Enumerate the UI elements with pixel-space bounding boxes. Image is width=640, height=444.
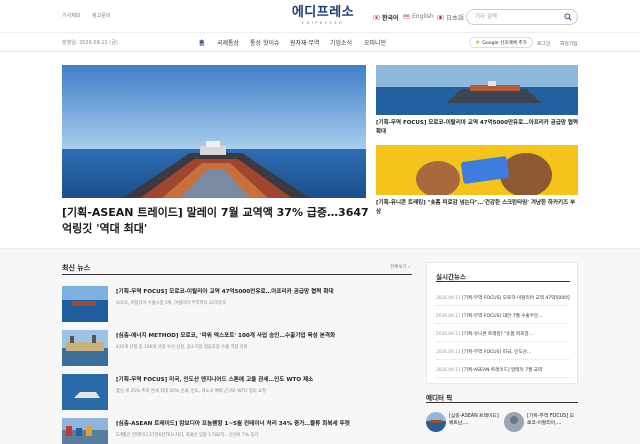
news-item[interactable]: [기획-무역 FOCUS] 모로코-이탈리아 교역 47억5000만유로…아프리… [62, 286, 412, 326]
us-flag-icon [403, 14, 410, 19]
news-summary: 5개월간 컨테이너 27만6천TEU 처리, 화물선 입항 1,582척…전년비… [116, 433, 259, 438]
realtime-date: 2026.09.11 [436, 332, 461, 337]
language-japanese[interactable]: 日本語 [437, 13, 464, 22]
news-item[interactable]: [심층-ASEAN 트레이드] 캄보디아 프놈펜항 1~5월 컨테이너 처리 3… [62, 418, 412, 444]
login-link[interactable]: 로그인 [537, 40, 550, 47]
realtime-news-panel: 실시간뉴스 2026.09.11 [기획-무역 FOCUS] 모로코-이탈리아 … [426, 262, 578, 384]
realtime-item[interactable]: 2026.09.11 [기획-유니콘 트래킹] "숏폼 피로감… [436, 328, 570, 342]
nav-home[interactable]: 홈 [199, 38, 205, 47]
korea-flag-icon [373, 15, 380, 20]
realtime-date: 2026.09.11 [436, 350, 461, 355]
google-button-label: Google 선호매체 추가 [482, 40, 527, 46]
view-all-link[interactable]: 전체보기 › [390, 264, 410, 270]
side-article-2-title: [기획-유니콘 트래킹] "숏폼 피로감 넘는다"…'건강한 스크린타임' 겨냥… [376, 200, 576, 215]
realtime-title: [기획-무역 FOCUS] 모로코-이탈리아 교역 47억5000만유로 [462, 296, 570, 301]
nav-opinion[interactable]: 오피니언 [364, 38, 386, 47]
side-article-2[interactable]: [기획-유니콘 트래킹] "숏폼 피로감 넘는다"…'건강한 스크린타임' 겨냥… [376, 145, 578, 216]
news-thumbnail [62, 286, 108, 322]
logo-text: 에디프레소 [291, 5, 355, 20]
language-korean[interactable]: 한국어 [373, 13, 399, 22]
nav-international-trade[interactable]: 국제통상 [217, 38, 239, 47]
latest-news-heading: 최신 뉴스 [62, 264, 91, 272]
ad-inquiry-link[interactable]: 광고문의 [92, 12, 110, 19]
side-article-2-image [376, 145, 578, 195]
news-title: [기획-무역 FOCUS] 미국, 인도산 엔지니어드 스톤에 고율 관세…인도… [116, 377, 314, 383]
realtime-title: [기획-무역 FOCUS] 대만 7월 수출주문… [462, 314, 543, 319]
language-label: 한국어 [382, 15, 399, 22]
editors-pick-item[interactable]: [기획-무역 FOCUS] 모로코-이탈리아,… [504, 410, 576, 440]
news-item[interactable]: [기획-무역 FOCUS] 미국, 인도산 엔지니어드 스톤에 고율 관세…인도… [62, 374, 412, 414]
pick-divider [426, 402, 578, 403]
pick-title: [기획-무역 FOCUS] 모로코-이탈리아,… [527, 414, 575, 426]
realtime-date: 2026.09.11 [436, 296, 461, 301]
news-thumbnail [62, 374, 108, 410]
news-thumbnail [62, 330, 108, 366]
news-item[interactable]: [심층-에너지 METHOD] 모로코, '파워 엑스포트' 100개 사업 승… [62, 330, 412, 370]
featured-headline[interactable]: [기획-ASEAN 트레이드] 말레이 7월 교역액 37% 급증…3647억링… [62, 205, 370, 237]
section-divider [62, 274, 412, 275]
realtime-title: [기획-ASEAN 트레이드] 말레이 7월 교역 [462, 368, 543, 373]
news-title: [심층-ASEAN 트레이드] 캄보디아 프놈펜항 1~5월 컨테이너 처리 3… [116, 421, 350, 427]
news-summary: 435개 신청 중 100개 사업 우선 선정, 중소기업 협동조합 수출 역량… [116, 345, 248, 350]
realtime-date: 2026.09.11 [436, 368, 461, 373]
star-icon: ★ [475, 38, 481, 46]
language-label: 日本語 [446, 15, 465, 22]
report-tip-link[interactable]: 기사제보 [62, 12, 80, 19]
editors-pick-heading: 에디터 픽 [426, 394, 453, 402]
realtime-date: 2026.09.11 [436, 314, 461, 319]
nav-trade-hot-issue[interactable]: 통상 핫이슈 [250, 38, 280, 47]
side-article-1-image [376, 65, 578, 115]
realtime-news-heading: 실시간뉴스 [436, 273, 466, 281]
side-article-1-title: [기획-무역 FOCUS] 모로코-이탈리아 교역 47억5000만유로…아프리… [376, 120, 579, 135]
realtime-item[interactable]: 2026.09.11 [기획-무역 FOCUS] 모로코-이탈리아 교역 47억… [436, 292, 570, 306]
pick-thumbnail [504, 412, 524, 432]
nav-company-news[interactable]: 기업소식 [330, 38, 352, 47]
google-preferred-source-button[interactable]: ★ Google 선호매체 추가 [469, 37, 533, 48]
japan-flag-icon [437, 15, 444, 20]
side-article-1[interactable]: [기획-무역 FOCUS] 모로코-이탈리아 교역 47억5000만유로…아프리… [376, 65, 578, 136]
signup-link[interactable]: 회원가입 [560, 40, 578, 47]
publish-date: 발행일: 2026.09.11 (금) [62, 40, 118, 46]
pick-thumbnail [426, 412, 446, 432]
news-title: [기획-무역 FOCUS] 모로코-이탈리아 교역 47억5000만유로…아프리… [116, 289, 334, 295]
panel-divider [436, 281, 570, 282]
search-box [466, 9, 578, 25]
top-bar: 기사제보 광고문의 에디프레소 EDIPRESSO 한국어 English 日本… [0, 0, 640, 32]
news-thumbnail [62, 418, 108, 444]
realtime-item[interactable]: 2026.09.11 [기획-ASEAN 트레이드] 말레이 7월 교역 [436, 364, 570, 378]
pick-title: [심층-ASEAN 트레이드] 베트남,… [449, 414, 499, 426]
editors-pick-item[interactable]: [심층-ASEAN 트레이드] 베트남,… [426, 410, 499, 440]
news-summary: 활당 세 25%·추과 관세 최대 50% 관세, 인도, 개도국 예외 근거로… [116, 389, 267, 394]
realtime-item[interactable]: 2026.09.11 [기획-무역 FOCUS] 미국, 인도산… [436, 346, 570, 360]
realtime-title: [기획-무역 FOCUS] 미국, 인도산… [462, 350, 532, 355]
search-icon[interactable] [564, 13, 572, 21]
site-logo[interactable]: 에디프레소 EDIPRESSO [288, 5, 358, 26]
realtime-title: [기획-유니콘 트래킹] "숏폼 피로감… [462, 332, 534, 337]
featured-image[interactable] [62, 65, 366, 198]
news-summary: 모로코, 이탈리아 수출시장 5위, 이탈리아 무역흑자 12억유로 [116, 301, 227, 306]
news-title: [심층-에너지 METHOD] 모로코, '파워 엑스포트' 100개 사업 승… [116, 333, 336, 339]
main-nav: 발행일: 2026.09.11 (금) 홈 국제통상 통상 핫이슈 원자재·무역… [0, 32, 640, 52]
search-input[interactable] [475, 12, 555, 22]
realtime-item[interactable]: 2026.09.11 [기획-무역 FOCUS] 대만 7월 수출주문… [436, 310, 570, 324]
nav-commodities[interactable]: 원자재·무역 [290, 38, 320, 47]
logo-subtext: EDIPRESSO [301, 21, 345, 25]
language-english[interactable]: English [403, 13, 434, 20]
language-label: English [412, 13, 434, 20]
